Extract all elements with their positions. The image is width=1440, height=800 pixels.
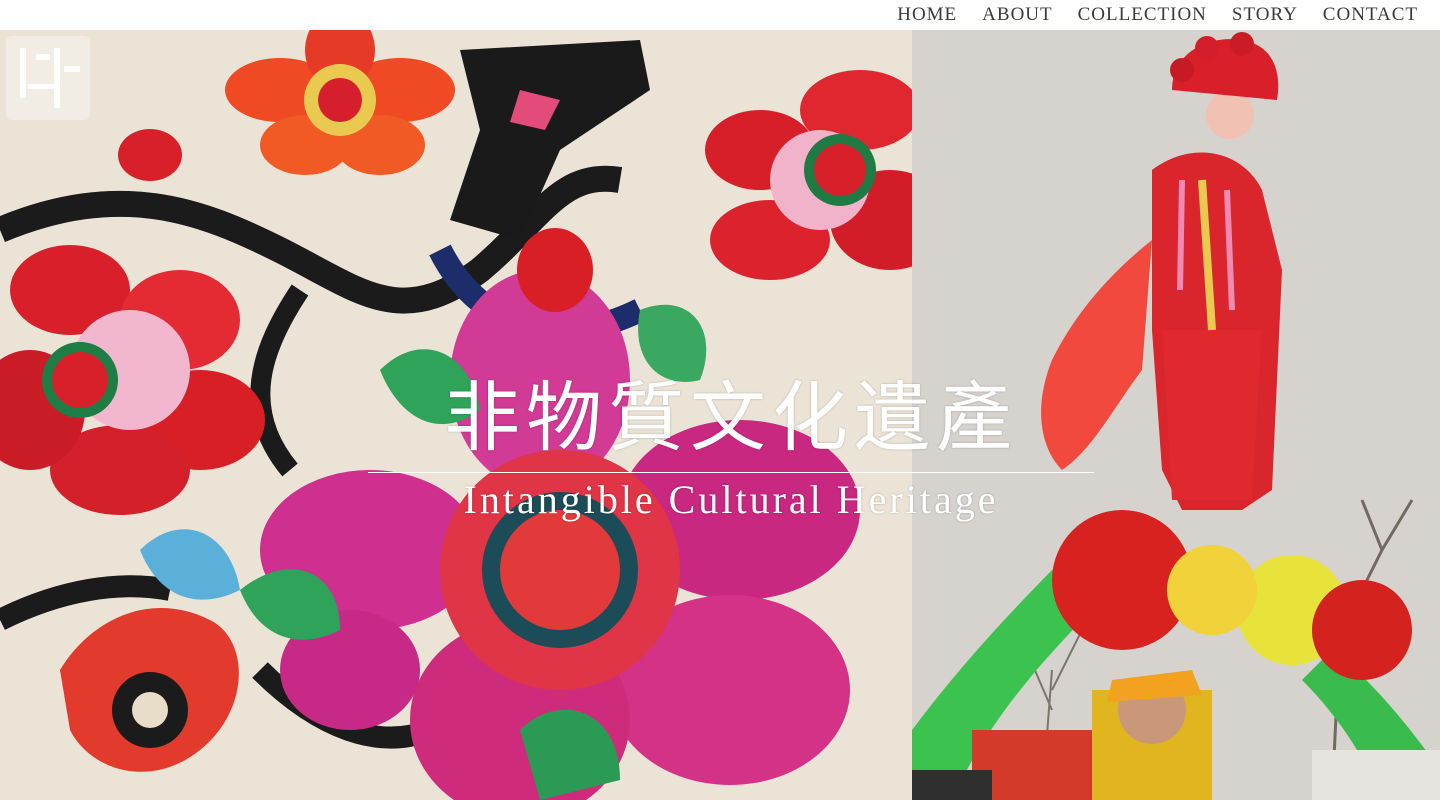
hero-title-english: Intangible Cultural Heritage [463, 477, 999, 522]
nav-about[interactable]: ABOUT [982, 4, 1052, 26]
hero-title-chinese: 非物質文化遺產 [444, 373, 1018, 462]
title-divider [368, 472, 1094, 473]
nav-home[interactable]: HOME [897, 4, 957, 26]
nav-collection[interactable]: COLLECTION [1078, 4, 1207, 26]
main-nav: HOME ABOUT COLLECTION STORY CONTACT [897, 4, 1418, 26]
nav-contact[interactable]: CONTACT [1323, 4, 1418, 26]
nav-story[interactable]: STORY [1232, 4, 1298, 26]
hero-title-block: 非物質文化遺產 Intangible Cultural Heritage [368, 372, 1094, 523]
logo-mark[interactable] [6, 36, 90, 120]
top-bar: HOME ABOUT COLLECTION STORY CONTACT [0, 0, 1440, 30]
